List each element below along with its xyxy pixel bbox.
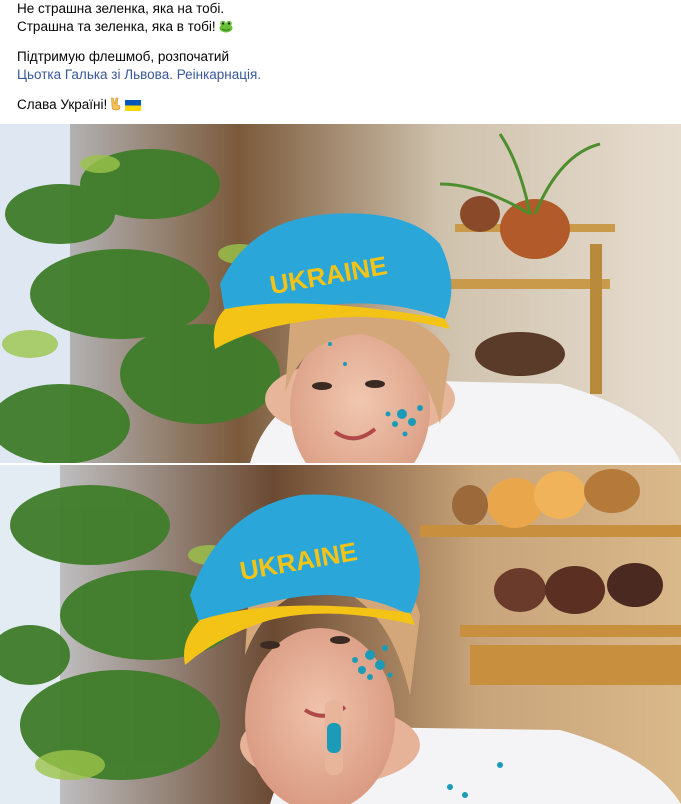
frog-face-icon xyxy=(219,20,233,33)
post-photo-2[interactable]: UKRAINE xyxy=(0,465,681,804)
closing-line: Слава Україні! xyxy=(17,96,667,114)
post-photo-1[interactable]: UKRAINE xyxy=(0,124,681,463)
post-text: Не страшна зеленка, яка на тобі. Страшна… xyxy=(17,0,667,114)
victory-hand-icon xyxy=(110,97,122,111)
support-line: Підтримую флешмоб, розпочатий xyxy=(17,49,230,64)
post-line-1: Не страшна зеленка, яка на тобі. xyxy=(17,1,225,16)
mention-link[interactable]: Цьотка Галька зі Львова. Реінкарнація. xyxy=(17,67,261,82)
mention-line: Цьотка Галька зі Львова. Реінкарнація. xyxy=(17,66,667,84)
ukraine-flag-icon xyxy=(125,100,142,111)
post-line-2: Страшна та зеленка, яка в тобі! xyxy=(17,18,667,36)
